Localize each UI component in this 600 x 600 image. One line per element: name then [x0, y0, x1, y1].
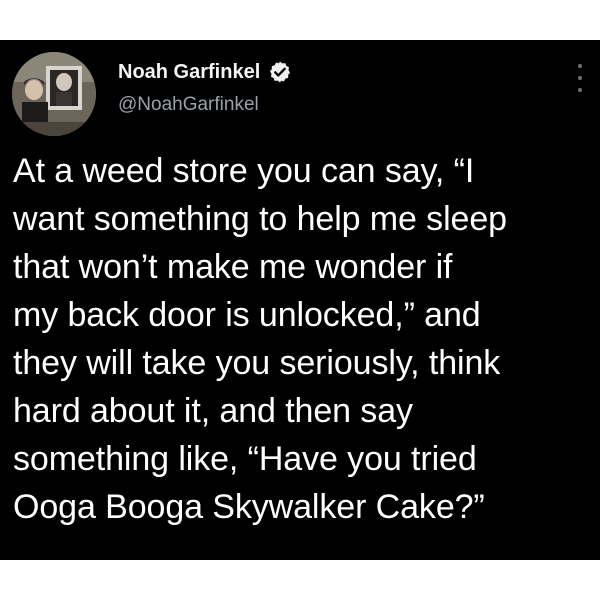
- author-name-row[interactable]: Noah Garfinkel: [118, 60, 292, 84]
- tweet-text-line: my back door is unlocked,” and: [13, 296, 481, 334]
- avatar[interactable]: [12, 52, 96, 136]
- tweet-text-line: At a weed store you can say, “I: [13, 152, 475, 190]
- profile-photo-icon: [12, 52, 96, 136]
- author-handle[interactable]: @NoahGarfinkel: [118, 94, 292, 116]
- more-options-dot: [578, 64, 582, 68]
- tweet-text-line: something like, “Have you tried: [13, 440, 477, 478]
- verified-badge-icon: [270, 61, 291, 83]
- tweet-text-line: want something to help me sleep: [13, 200, 507, 238]
- tweet-text-line: that won’t make me wonder if: [13, 248, 453, 286]
- tweet-text-line: hard about it, and then say: [13, 392, 413, 430]
- more-options-dot: [578, 88, 582, 92]
- tweet-card[interactable]: Noah Garfinkel @NoahGarfinkel At a weed …: [0, 40, 600, 560]
- more-options-dot: [578, 76, 582, 80]
- tweet-text-line: they will take you seriously, think: [13, 344, 501, 382]
- screenshot-frame: Noah Garfinkel @NoahGarfinkel At a weed …: [0, 0, 600, 600]
- tweet-text: At a weed store you can say, “I want som…: [13, 147, 600, 531]
- tweet-header: Noah Garfinkel @NoahGarfinkel: [118, 60, 292, 116]
- tweet-text-line: Ooga Booga Skywalker Cake?”: [13, 488, 485, 526]
- author-name[interactable]: Noah Garfinkel: [118, 60, 260, 84]
- more-options-icon[interactable]: [574, 64, 586, 92]
